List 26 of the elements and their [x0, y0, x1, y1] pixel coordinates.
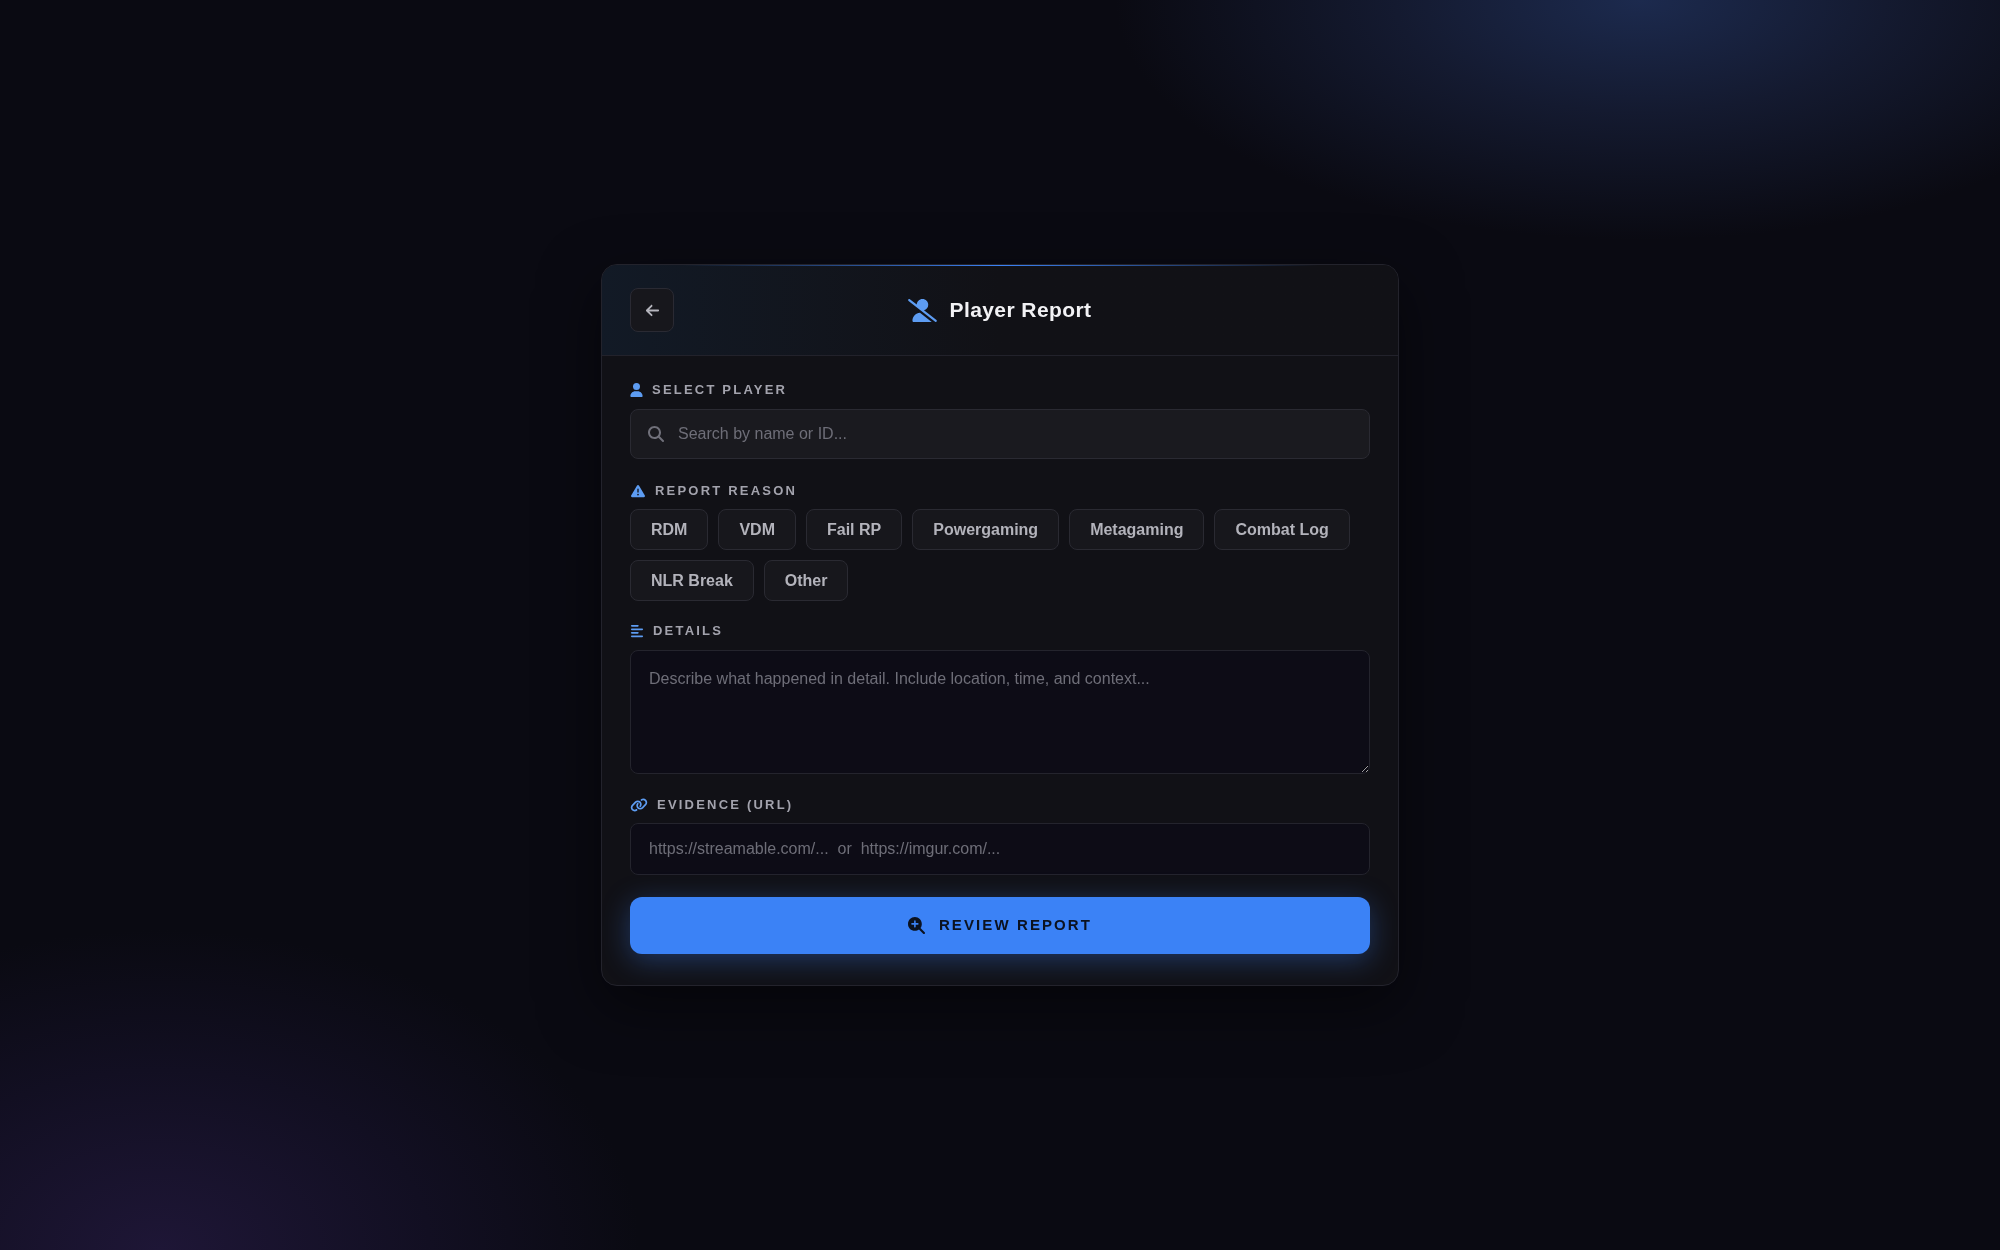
- link-icon: [630, 798, 648, 812]
- reason-chip[interactable]: NLR Break: [630, 560, 754, 601]
- reason-chip[interactable]: Powergaming: [912, 509, 1060, 550]
- search-icon: [648, 426, 664, 442]
- back-button[interactable]: [630, 288, 674, 332]
- section-label: DETAILS: [653, 623, 724, 639]
- zoom-in-icon: [907, 917, 925, 934]
- reason-chip[interactable]: VDM: [718, 509, 796, 550]
- search-field[interactable]: Search by name or ID...: [630, 409, 1370, 459]
- warning-icon: [630, 484, 646, 498]
- section-label: SELECT PLAYER: [652, 382, 788, 398]
- user-slash-icon: [908, 298, 938, 322]
- reason-chip[interactable]: RDM: [630, 509, 709, 550]
- section-label: REPORT REASON: [655, 483, 798, 499]
- user-icon: [630, 383, 643, 397]
- reason-chip[interactable]: Other: [763, 560, 849, 601]
- card-title: Player Report: [949, 297, 1092, 324]
- reason-chip[interactable]: Fail RP: [806, 509, 903, 550]
- section-label: EVIDENCE (URL): [657, 797, 794, 813]
- url-field[interactable]: https://streamable.com/... or https://imgur.com/...: [630, 823, 1370, 875]
- review-report-button[interactable]: REVIEW REPORT: [630, 897, 1370, 954]
- reason-chip[interactable]: Metagaming: [1069, 509, 1205, 550]
- details-field[interactable]: Describe what happened in detail. Include location, time, and context...: [630, 650, 1370, 774]
- text-lines-icon: [630, 624, 644, 638]
- reason-chip[interactable]: Combat Log: [1214, 509, 1350, 550]
- arrow-left-icon: [644, 302, 660, 318]
